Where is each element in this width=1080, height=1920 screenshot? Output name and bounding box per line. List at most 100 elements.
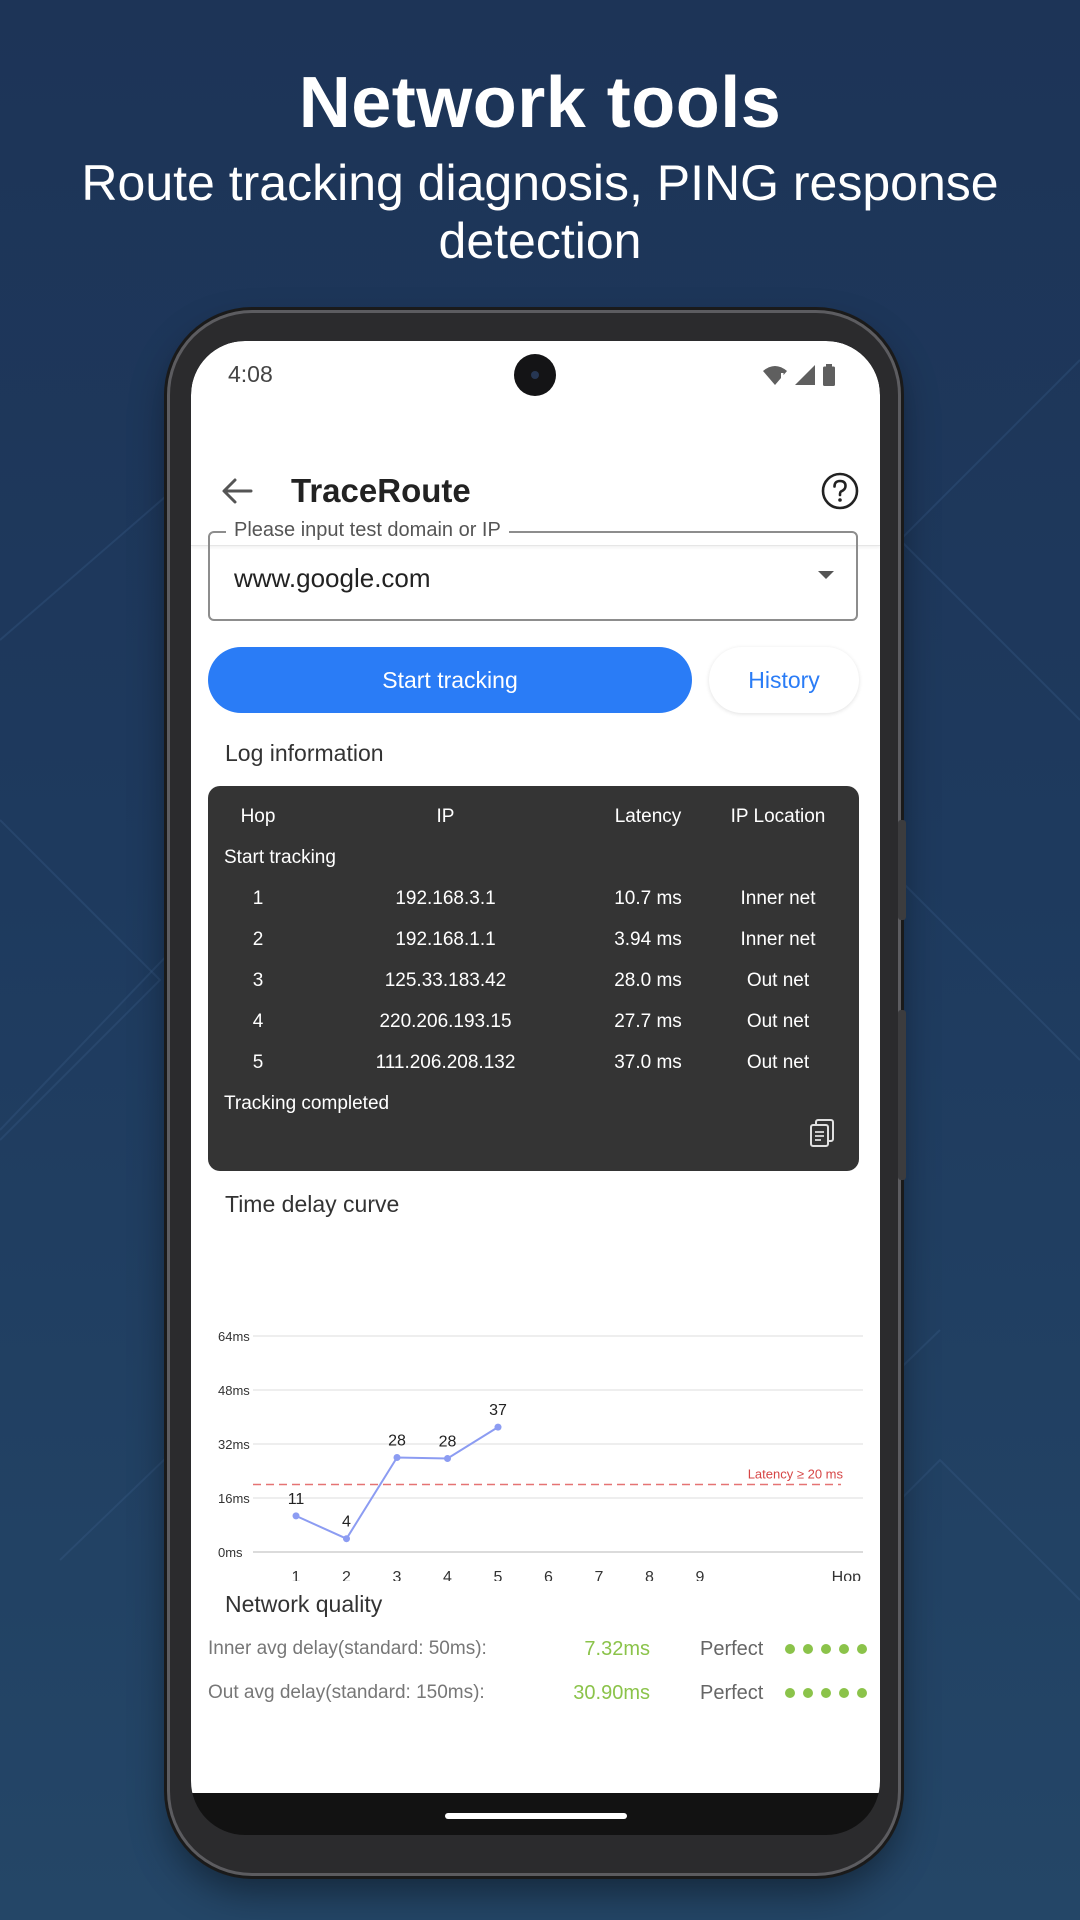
y-tick-label: 48ms: [218, 1383, 250, 1398]
row-location: Inner net: [740, 888, 816, 909]
log-row: 2 192.168.1.1 3.94 ms Inner net: [208, 929, 859, 969]
camera-lens: [531, 371, 539, 379]
data-point: [393, 1454, 401, 1461]
time-delay-chart: 0ms 16ms 32ms 48ms 64ms Latency ≥ 20 ms 1 2 3 4 5 6…: [218, 1329, 863, 1581]
x-tick-label: 7: [595, 1569, 604, 1581]
x-tick-label: 9: [696, 1569, 705, 1581]
promo-subtitle: Route tracking diagnosis, PING response …: [81, 155, 999, 269]
signal-icon: [795, 365, 815, 385]
quality-value: 7.32ms: [584, 1638, 650, 1660]
start-tracking-button[interactable]: Start tracking: [208, 647, 692, 713]
quality-score-dots: [785, 1688, 867, 1698]
phone-volume-button: [898, 1010, 906, 1180]
phone-side-button: [898, 820, 906, 920]
header-hop: Hop: [240, 806, 276, 827]
log-row: 1 192.168.3.1 10.7 ms Inner net: [208, 888, 859, 928]
row-ip: 192.168.3.1: [395, 888, 496, 909]
score-dot: [821, 1644, 831, 1654]
row-ip: 111.206.208.132: [375, 1052, 516, 1073]
row-location: Out net: [746, 1052, 810, 1073]
row-ip: 220.206.193.15: [379, 1011, 512, 1032]
quality-rating: Perfect: [700, 1682, 764, 1704]
row-latency: 37.0 ms: [614, 1052, 682, 1073]
status-time: 4:08: [228, 361, 273, 387]
row-location: Inner net: [740, 929, 816, 950]
log-end-text: Tracking completed: [224, 1093, 390, 1114]
row-latency: 10.7 ms: [614, 888, 682, 909]
y-tick-label: 64ms: [218, 1329, 250, 1344]
x-tick-label: 2: [342, 1569, 351, 1581]
quality-score-dots: [785, 1644, 867, 1654]
log-row: 4 220.206.193.15 27.7 ms Out net: [208, 1011, 859, 1051]
row-latency: 27.7 ms: [614, 1011, 682, 1032]
data-label: 28: [439, 1434, 457, 1451]
front-camera: [514, 354, 556, 396]
dropdown-arrow-icon[interactable]: [814, 563, 838, 587]
page-title: TraceRoute: [291, 472, 471, 509]
score-dot: [857, 1688, 867, 1698]
score-dot: [857, 1644, 867, 1654]
score-dot: [839, 1688, 849, 1698]
copy-icon[interactable]: [809, 1118, 835, 1148]
quality-row-out: Out avg delay(standard: 150ms): 30.90ms …: [208, 1682, 868, 1722]
home-indicator[interactable]: [445, 1813, 627, 1819]
log-row: 3 125.33.183.42 28.0 ms Out net: [208, 970, 859, 1010]
quality-section-title: Network quality: [225, 1591, 383, 1617]
quality-rating: Perfect: [700, 1638, 764, 1660]
data-label: 11: [288, 1491, 305, 1508]
history-button[interactable]: History: [709, 647, 859, 713]
x-tick-label: 5: [494, 1569, 503, 1581]
score-dot: [839, 1644, 849, 1654]
score-dot: [785, 1644, 795, 1654]
score-dot: [821, 1688, 831, 1698]
quality-label: Inner avg delay(standard: 50ms):: [208, 1638, 487, 1659]
row-ip: 192.168.1.1: [395, 929, 496, 950]
header-location: IP Location: [730, 806, 826, 827]
data-point: [444, 1455, 451, 1463]
promo-title: Network tools: [298, 63, 782, 143]
status-icons: [762, 364, 836, 386]
data-label: 37: [489, 1402, 507, 1419]
x-tick-label: 1: [292, 1569, 301, 1581]
data-label: 28: [388, 1433, 406, 1450]
row-latency: 3.94 ms: [614, 929, 682, 950]
score-dot: [785, 1688, 795, 1698]
x-axis-label: Hop: [832, 1569, 861, 1581]
row-location: Out net: [746, 970, 810, 991]
log-row: 5 111.206.208.132 37.0 ms Out net: [208, 1052, 859, 1092]
phone-screen: 4:08 TraceRoute Please input test domain…: [191, 341, 880, 1835]
row-hop: 3: [252, 970, 264, 991]
threshold-label: Latency ≥ 20 ms: [748, 1467, 844, 1482]
log-header-row: Hop IP Latency IP Location: [208, 806, 859, 846]
log-panel: Hop IP Latency IP Location Start trackin…: [208, 786, 859, 1171]
row-hop: 2: [252, 929, 264, 950]
score-dot: [803, 1688, 813, 1698]
row-ip: 125.33.183.42: [384, 970, 507, 991]
y-tick-label: 32ms: [218, 1437, 250, 1452]
row-location: Out net: [746, 1011, 810, 1032]
battery-icon: [823, 364, 835, 386]
log-start-text: Start tracking: [224, 847, 336, 868]
data-point: [292, 1512, 300, 1520]
quality-row-inner: Inner avg delay(standard: 50ms): 7.32ms …: [208, 1638, 868, 1678]
quality-value: 30.90ms: [573, 1682, 650, 1704]
x-tick-label: 6: [544, 1569, 553, 1581]
domain-input-label: Please input test domain or IP: [226, 519, 509, 542]
arrow-left-icon[interactable]: [219, 473, 255, 509]
row-hop: 4: [252, 1011, 264, 1032]
x-tick-label: 8: [645, 1569, 654, 1581]
x-tick-label: 4: [443, 1569, 452, 1581]
data-label: 4: [342, 1514, 351, 1531]
row-hop: 1: [252, 888, 264, 909]
data-point: [343, 1535, 350, 1543]
domain-input-field[interactable]: Please input test domain or IP www.googl…: [208, 519, 858, 621]
domain-input-value[interactable]: www.google.com: [234, 563, 431, 594]
app-window: 4:08 TraceRoute Please input test domain…: [191, 341, 880, 1793]
score-dot: [803, 1644, 813, 1654]
header-latency: Latency: [614, 806, 682, 827]
y-tick-label: 0ms: [218, 1545, 243, 1560]
y-tick-label: 16ms: [218, 1491, 250, 1506]
row-hop: 5: [252, 1052, 264, 1073]
question-circle-icon[interactable]: [820, 471, 860, 511]
data-point: [494, 1423, 502, 1431]
